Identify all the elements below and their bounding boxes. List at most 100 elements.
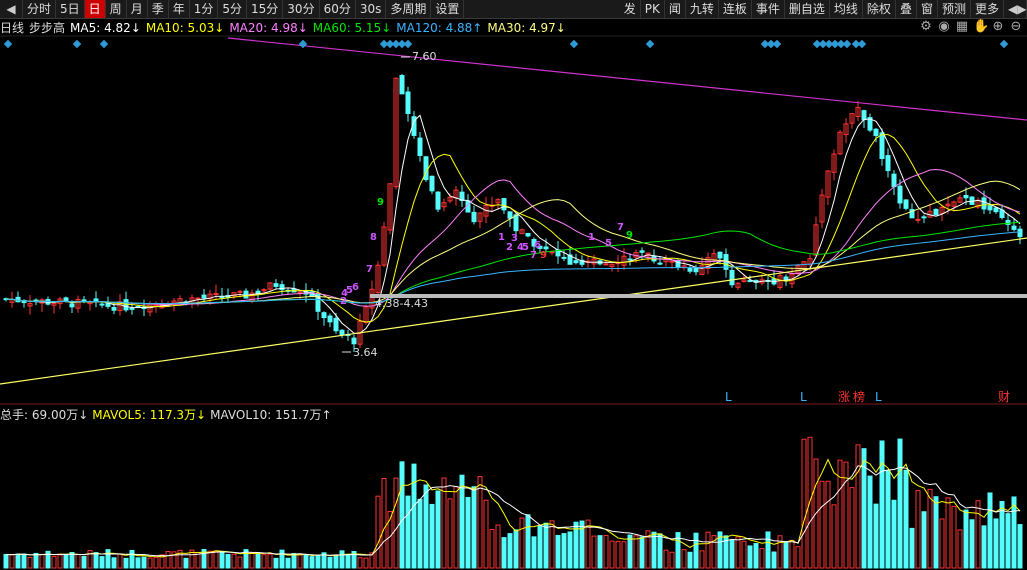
volume-bar [357, 557, 363, 569]
volume-bar [741, 540, 747, 569]
diamond-marker [857, 39, 867, 49]
volume-bar [141, 556, 147, 569]
candle-body [213, 293, 219, 296]
volume-bar [273, 557, 279, 569]
volume-bar [399, 461, 405, 569]
volume-bar [915, 490, 921, 569]
volume-bar [783, 541, 789, 569]
diamond-marker [403, 39, 413, 49]
candle-body [321, 312, 327, 319]
volume-bar [111, 557, 117, 569]
volume-bar [873, 503, 879, 569]
candle-body [891, 173, 897, 188]
candle-body [243, 290, 249, 299]
volume-bar [543, 522, 549, 569]
volume-bar [153, 556, 159, 569]
diamond-marker [999, 39, 1009, 49]
volume-bar [39, 553, 45, 569]
volume-bar [315, 555, 321, 569]
volume-bar [549, 520, 555, 569]
volume-bar [855, 444, 861, 569]
volume-bar [615, 540, 621, 569]
candle-body [879, 132, 885, 159]
volume-bar [237, 556, 243, 569]
candle-body [501, 198, 507, 211]
volume-bar [405, 495, 411, 569]
volume-total: 总手: 69.00万↓ [0, 407, 89, 422]
volume-bar [129, 549, 135, 569]
diamond-marker [99, 39, 109, 49]
volume-bar [933, 496, 939, 569]
candle-body [129, 307, 135, 310]
volume-bar [657, 533, 663, 569]
volume-bar [765, 531, 771, 569]
volume-bar [381, 478, 387, 569]
candle-body [405, 91, 411, 114]
volume-bar [21, 553, 27, 569]
kline-chart[interactable]: 7.603.644.38-4.43987654212345 67 91579L L 涨榜… [0, 0, 1027, 570]
candle-body [525, 232, 531, 237]
volume-bar [219, 551, 225, 569]
candle-body [561, 256, 567, 259]
volume-bar [51, 555, 57, 569]
volume-bar [687, 551, 693, 569]
volume-bar [879, 440, 885, 569]
volume-bar [81, 555, 87, 569]
candle-body [987, 205, 993, 211]
volume-bar [99, 556, 105, 569]
volume-bar [963, 509, 969, 569]
candle-body [603, 263, 609, 266]
volume-bar [429, 503, 435, 569]
volume-bar [987, 492, 993, 569]
volume-bar [993, 518, 999, 569]
volume-bar [285, 557, 291, 569]
candle-body [897, 185, 903, 204]
volume-bar [117, 553, 123, 569]
volume-bar [609, 540, 615, 569]
volume-bar [975, 500, 981, 569]
candle-body [729, 269, 735, 286]
volume-bar [489, 528, 495, 569]
td-sequence-number: 7 [530, 250, 537, 261]
candle-body [1011, 225, 1017, 230]
volume-bar [483, 499, 489, 569]
ma5-line [5, 114, 1021, 334]
candle-body [273, 283, 279, 287]
candle-body [333, 317, 339, 332]
td-sequence-number: 5 [522, 242, 529, 253]
volume-bar [267, 553, 273, 569]
candle-body [237, 290, 243, 293]
volume-bar [411, 463, 417, 569]
candle-body [99, 303, 105, 306]
volume-bar [147, 557, 153, 569]
candle-body [69, 303, 75, 308]
candle-body [639, 250, 645, 253]
volume-bar [225, 553, 231, 569]
candle-body [93, 298, 99, 302]
volume-bar [849, 487, 855, 569]
volume-bar [567, 531, 573, 569]
volume-bar [597, 535, 603, 569]
td-sequence-number: 8 [370, 232, 377, 243]
candle-body [507, 211, 513, 219]
candle-body [327, 315, 333, 323]
volume-bar [327, 556, 333, 569]
candle-body [195, 297, 201, 300]
marker-bang: 榜 [853, 389, 865, 404]
candle-body [435, 191, 441, 210]
resistance-trendline [227, 37, 1027, 121]
volume-bar [507, 533, 513, 569]
candle-body [63, 297, 69, 302]
candle-body [1017, 228, 1023, 238]
volume-bar [663, 549, 669, 569]
volume-bar [465, 496, 471, 569]
volume-bar [255, 552, 261, 569]
volume-bar [591, 535, 597, 569]
diamond-marker [298, 39, 308, 49]
candle-body [669, 260, 675, 263]
volume-bar [375, 495, 381, 569]
volume-bar [957, 529, 963, 569]
candle-body [111, 306, 117, 311]
volume-bar [363, 557, 369, 569]
volume-bar [891, 499, 897, 569]
